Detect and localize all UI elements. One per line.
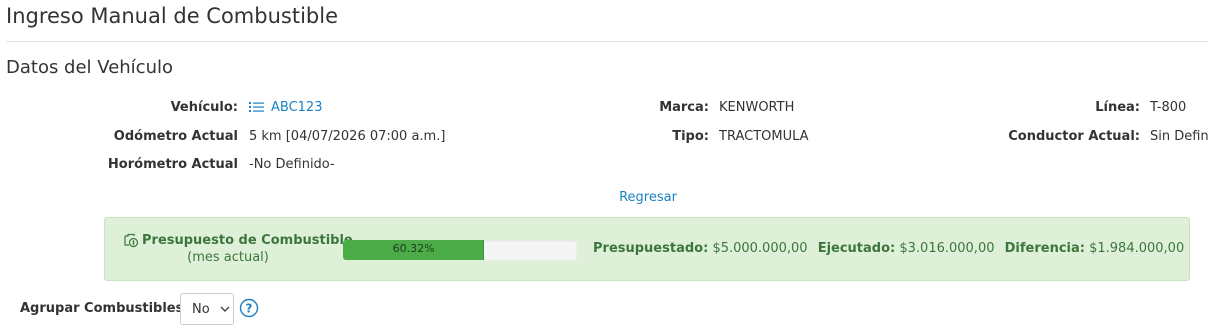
page-title: Ingreso Manual de Combustible <box>6 4 339 28</box>
driver-value: Sin Defin <box>1150 129 1208 144</box>
difference-label: Diferencia: <box>1004 241 1085 256</box>
difference-value: $1.984.000,00 <box>1089 241 1185 256</box>
type-label: Tipo: <box>672 129 709 144</box>
budgeted-label: Presupuestado: <box>593 241 709 256</box>
brand-label: Marca: <box>659 100 709 115</box>
question-circle-icon[interactable]: ? <box>239 298 259 318</box>
hourmeter-label: Horómetro Actual <box>107 157 238 172</box>
chevron-down-icon <box>220 306 230 312</box>
driver-label: Conductor Actual: <box>1008 129 1140 144</box>
budget-subtitle: (mes actual) <box>187 250 269 265</box>
budget-icon <box>124 233 139 248</box>
title-divider <box>6 41 1208 42</box>
vehicle-link[interactable]: ABC123 <box>271 100 322 115</box>
back-link[interactable]: Regresar <box>608 190 688 205</box>
section-title: Datos del Vehículo <box>6 57 174 78</box>
svg-text:?: ? <box>246 302 253 316</box>
hourmeter-value: -No Definido- <box>249 157 335 172</box>
line-label: Línea: <box>1095 100 1140 115</box>
budget-progress-bar: 60.32% <box>343 240 577 260</box>
executed-value: $3.016.000,00 <box>899 241 995 256</box>
brand-value: KENWORTH <box>719 100 795 115</box>
vehicle-label: Vehículo: <box>170 100 238 115</box>
executed-label: Ejecutado: <box>817 241 896 256</box>
budget-progress-label: 60.32% <box>392 242 435 255</box>
group-fuels-label: Agrupar Combustibles <box>20 301 184 316</box>
type-value: TRACTOMULA <box>719 129 809 144</box>
line-value: T-800 <box>1150 100 1187 115</box>
list-icon[interactable] <box>248 99 266 115</box>
budgeted-value: $5.000.000,00 <box>712 241 808 256</box>
budget-title: Presupuesto de Combustible <box>142 233 353 248</box>
group-fuels-selected-value: No <box>192 302 210 317</box>
group-fuels-select[interactable]: No <box>180 293 234 325</box>
odometer-value: 5 km [04/07/2026 07:00 a.m.] <box>249 129 446 144</box>
odometer-label: Odómetro Actual <box>113 129 238 144</box>
budget-stats: Presupuestado: $5.000.000,00 Ejecutado: … <box>593 241 1184 256</box>
